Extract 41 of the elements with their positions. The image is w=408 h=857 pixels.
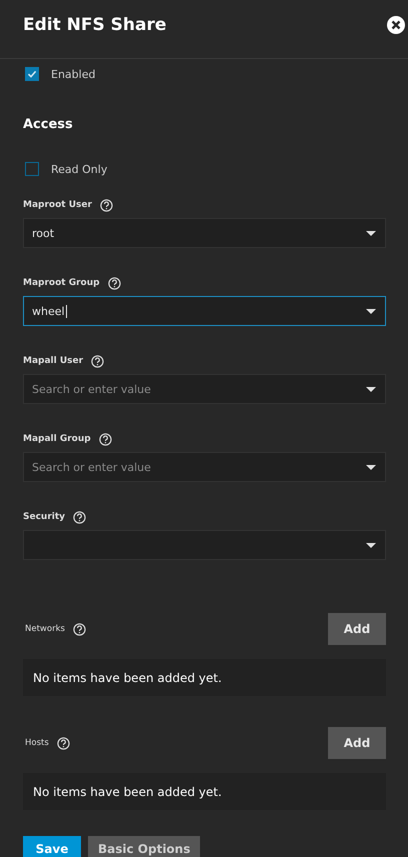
- select-field[interactable]: root: [23, 218, 386, 248]
- checkbox[interactable]: [25, 67, 39, 81]
- help-icon[interactable]: [91, 354, 104, 368]
- field-placeholder: Search or enter value: [32, 382, 151, 396]
- select-field[interactable]: Search or enter value: [23, 452, 386, 482]
- select-field[interactable]: Search or enter value: [23, 374, 386, 404]
- dropdown-arrow-icon: [366, 230, 376, 236]
- empty-message: No items have been added yet.: [23, 773, 386, 810]
- field-label: Maproot User: [23, 200, 92, 210]
- help-icon[interactable]: [98, 432, 112, 446]
- add-button[interactable]: Add: [328, 613, 386, 645]
- field-placeholder: Search or enter value: [32, 460, 151, 474]
- section-heading: Access: [23, 116, 74, 134]
- list-label: Hosts: [25, 738, 49, 748]
- help-icon[interactable]: [100, 198, 113, 212]
- select-field[interactable]: wheel: [23, 296, 386, 326]
- dropdown-arrow-icon: [366, 464, 376, 470]
- dropdown-arrow-icon: [366, 386, 376, 392]
- save-button[interactable]: Save: [23, 836, 81, 857]
- list-label: Networks: [25, 624, 65, 634]
- field-label: Mapall Group: [23, 434, 91, 444]
- help-icon[interactable]: [108, 276, 121, 290]
- checkbox-label: Read Only: [51, 162, 108, 176]
- field-value: wheel: [32, 304, 67, 318]
- dropdown-arrow-icon: [366, 542, 376, 548]
- help-icon[interactable]: [56, 736, 70, 750]
- field-value: root: [32, 226, 54, 240]
- help-icon[interactable]: [73, 510, 86, 524]
- options-button[interactable]: Basic Options: [88, 836, 200, 857]
- select-field[interactable]: [23, 530, 386, 560]
- checkbox[interactable]: [25, 162, 39, 176]
- help-icon[interactable]: [72, 622, 86, 636]
- field-label: Maproot Group: [23, 278, 100, 288]
- dropdown-arrow-icon: [366, 308, 376, 314]
- checkbox-label: Enabled: [51, 68, 96, 80]
- dialog-title: Edit NFS Share: [23, 15, 166, 35]
- add-button[interactable]: Add: [328, 727, 386, 759]
- field-label: Mapall User: [23, 356, 84, 366]
- empty-message: No items have been added yet.: [23, 659, 386, 696]
- close-icon[interactable]: [387, 16, 405, 34]
- field-label: Security: [23, 512, 66, 522]
